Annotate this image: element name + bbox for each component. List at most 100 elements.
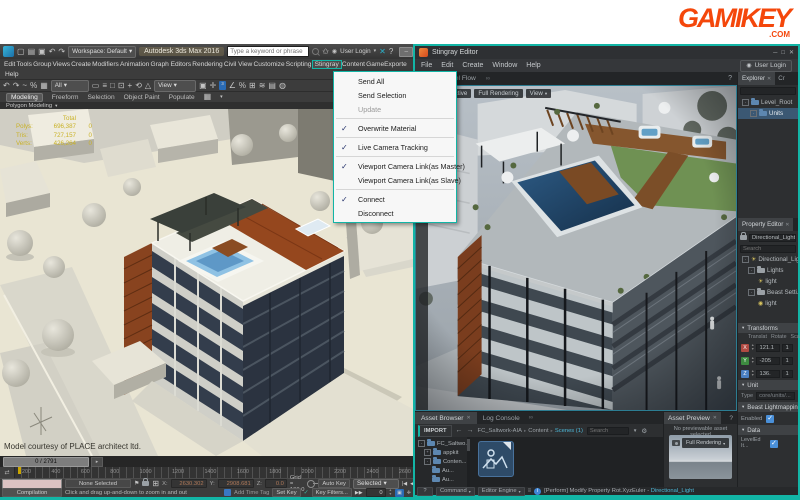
absolute-mode-icon[interactable]: ⊞ xyxy=(152,479,159,488)
select-link-icon[interactable]: ~ xyxy=(22,81,27,90)
help-icon[interactable]: ? xyxy=(728,75,732,82)
enabled-checkbox[interactable] xyxy=(766,414,775,423)
max-track-bar[interactable]: ⇄ 200 400 600 800 1000 1200 1400 1600 18… xyxy=(0,467,413,478)
chevron-down-icon[interactable] xyxy=(220,95,223,100)
y-scale-field[interactable]: 1 xyxy=(782,356,794,365)
redo-icon[interactable] xyxy=(13,82,20,90)
polygon-modeling-label[interactable]: Polygon Modeling xyxy=(6,103,52,109)
collapse-icon[interactable]: - xyxy=(750,110,757,117)
align-icon[interactable]: ≋ xyxy=(259,81,266,90)
pe-node-beast-settings[interactable]: - Beast Setti... xyxy=(738,287,798,298)
breadcrumb-scenes[interactable]: Scenes (1) xyxy=(555,428,583,434)
z-scale-field[interactable]: 1 xyxy=(782,369,794,378)
property-target-field[interactable]: Directional_Light xyxy=(749,233,796,242)
user-login-button[interactable]: User Login xyxy=(740,59,792,72)
maxscript-mini-listener[interactable] xyxy=(2,478,62,489)
z-translate-field[interactable]: 136. xyxy=(756,369,781,378)
tab-asset-browser[interactable]: Asset Browser xyxy=(415,412,477,424)
tree-node-audio[interactable]: Au... xyxy=(415,466,467,475)
lock-selection-icon[interactable] xyxy=(142,478,150,486)
open-file-icon[interactable]: ▤ xyxy=(28,47,36,56)
ribbon-tab-populate[interactable]: Populate xyxy=(169,94,195,101)
beast-section-header[interactable]: Beast Lightmappin xyxy=(738,402,798,412)
data-section-header[interactable]: Data xyxy=(738,425,798,435)
menu-window[interactable]: Window xyxy=(492,62,517,69)
close-icon[interactable] xyxy=(713,415,717,421)
preview-shading-button[interactable]: Full Rendering xyxy=(682,438,730,448)
collapse-icon[interactable]: - xyxy=(748,289,755,296)
tab-explorer[interactable]: Explorer xyxy=(738,72,776,85)
x-translate-field[interactable]: 121.1 xyxy=(756,343,781,352)
shading-mode-button[interactable]: Full Rendering xyxy=(474,89,523,98)
leveledit-checkbox[interactable] xyxy=(770,439,778,448)
undo-icon[interactable] xyxy=(3,82,10,90)
pe-node-light-2[interactable]: ◉ light xyxy=(738,298,798,309)
menu-create[interactable]: Create xyxy=(462,62,483,69)
workspace-dropdown[interactable]: Workspace: Default xyxy=(68,45,137,58)
timeline-mode-icon[interactable]: ⇄ xyxy=(0,467,15,478)
menu-item-viewport-camera-link-slave[interactable]: Viewport Camera Link(as Slave) xyxy=(334,173,461,187)
y-coordinate-field[interactable]: 2908.681 xyxy=(217,479,254,488)
spinner-icon[interactable]: ▲ ▼ xyxy=(751,343,754,351)
collapse-icon[interactable]: - xyxy=(748,267,755,274)
tab-property-editor[interactable]: Property Editor xyxy=(738,218,794,231)
x-coordinate-field[interactable]: 2630.302 xyxy=(170,479,207,488)
go-to-start-button[interactable]: |◀ xyxy=(402,481,407,487)
menu-item-live-camera-tracking[interactable]: Live Camera Tracking xyxy=(334,140,456,154)
forward-icon[interactable]: → xyxy=(467,427,474,434)
menu-animation[interactable]: Animation xyxy=(120,61,149,68)
menu-tools[interactable]: Tools xyxy=(17,61,32,68)
menu-item-connect[interactable]: Connect xyxy=(334,192,456,206)
view-options-button[interactable]: View xyxy=(525,89,552,98)
z-coordinate-field[interactable]: 0.0 xyxy=(264,479,287,488)
search-icon[interactable] xyxy=(312,48,320,55)
layer-manager-icon[interactable]: ▤ xyxy=(268,81,276,90)
render-setup-icon[interactable]: ◍ xyxy=(279,81,286,90)
bind-spacewarp-icon[interactable]: ▦ xyxy=(40,81,48,90)
use-pivot-icon[interactable]: ▣ xyxy=(199,81,207,90)
unit-section-header[interactable]: Unit xyxy=(738,380,798,390)
menu-create[interactable]: Create xyxy=(71,61,91,68)
pe-node-directional-light[interactable]: - Directional_Lig... xyxy=(738,254,798,265)
minimize-button[interactable] xyxy=(773,50,777,56)
tree-node-appkit[interactable]: + appkit xyxy=(415,448,467,457)
key-filters-button[interactable]: Key Filters... xyxy=(311,488,352,497)
camera-icon[interactable] xyxy=(672,440,680,446)
zoom-extents-icon[interactable]: ▣ xyxy=(395,488,404,497)
stingray-viewport[interactable]: ✛ ⟲ △ Perspective Full Rendering View xyxy=(415,85,737,411)
menu-gameexporter[interactable]: GameExporte xyxy=(366,61,407,68)
menu-scripting[interactable]: Scripting xyxy=(286,61,312,68)
window-crossing-icon[interactable]: ⊡ xyxy=(118,81,125,90)
pan-view-icon[interactable]: ✛ xyxy=(407,490,411,496)
help-icon[interactable]: ? xyxy=(729,415,733,422)
new-scene-icon[interactable]: ▢ xyxy=(17,47,25,56)
community-icon[interactable]: ✕ xyxy=(379,47,386,56)
menu-graph-editors[interactable]: Graph Editors xyxy=(150,61,191,68)
help-icon[interactable]: ? xyxy=(417,486,433,496)
selection-set-dropdown[interactable]: Selected xyxy=(352,478,399,489)
ribbon-tab-selection[interactable]: Selection xyxy=(88,94,115,101)
close-icon[interactable] xyxy=(467,415,471,421)
menu-stingray[interactable]: Stingray xyxy=(311,60,342,69)
select-rotate-icon[interactable]: ⟲ xyxy=(135,81,142,90)
help-icon[interactable]: ? xyxy=(389,47,393,56)
menu-file[interactable]: File xyxy=(421,62,432,69)
close-icon[interactable] xyxy=(767,76,771,82)
close-button[interactable] xyxy=(789,49,794,56)
menu-modifiers[interactable]: Modifiers xyxy=(92,61,119,68)
tree-node-audio-2[interactable]: Au... xyxy=(415,475,467,484)
transforms-section-header[interactable]: Transforms xyxy=(738,323,798,333)
pin-selection-icon[interactable]: ⚑ xyxy=(134,481,139,487)
snap-toggle-icon[interactable]: ³ xyxy=(219,81,226,90)
frame-number-field[interactable]: 0 xyxy=(365,488,386,497)
set-key-button[interactable]: Set Key xyxy=(272,488,301,497)
menu-help[interactable]: Help xyxy=(5,71,19,78)
pe-node-lights[interactable]: - Lights xyxy=(738,265,798,276)
select-manipulate-icon[interactable]: ✛ xyxy=(210,81,217,90)
select-by-name-icon[interactable]: ≡ xyxy=(102,81,107,90)
percent-snap-icon[interactable]: % xyxy=(239,81,246,90)
select-scale-icon[interactable]: △ xyxy=(145,81,151,90)
minimize-button[interactable] xyxy=(399,46,414,57)
maximize-button[interactable] xyxy=(781,50,785,56)
scene-asset-thumbnail[interactable] xyxy=(478,441,514,477)
